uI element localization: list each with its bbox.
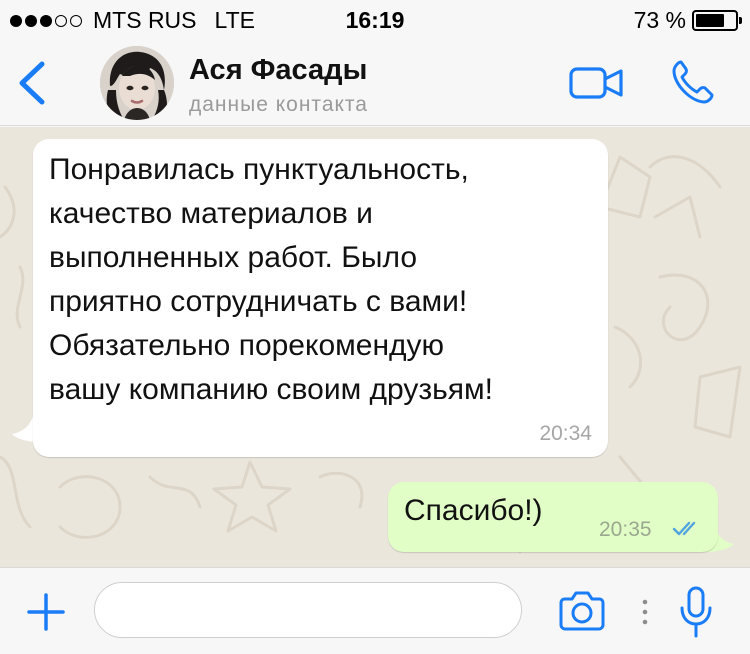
attach-button[interactable]: [26, 592, 66, 632]
battery-icon: [692, 10, 742, 31]
contact-name[interactable]: Ася Фасады: [189, 54, 367, 87]
chat-area[interactable]: Понравилась пунктуальность, качество мат…: [0, 127, 750, 567]
contact-info-link[interactable]: данные контакта: [189, 93, 368, 117]
video-camera-icon: [569, 67, 623, 99]
avatar-image: [100, 46, 174, 120]
video-call-button[interactable]: [568, 64, 626, 102]
camera-button[interactable]: [557, 591, 607, 631]
phone-icon: [672, 60, 714, 104]
chat-header: Ася Фасады данные контакта: [0, 40, 750, 126]
message-text: Понравилась пунктуальность, качество мат…: [49, 153, 493, 406]
message-input-bar: [0, 567, 750, 654]
status-bar: MTS RUS LTE 16:19 73 %: [0, 0, 750, 40]
battery-fill: [696, 14, 724, 27]
status-right: 73 %: [633, 7, 742, 34]
message-bubble-outgoing[interactable]: Спасибо!) 20:35: [388, 482, 718, 552]
back-button[interactable]: [14, 58, 50, 108]
microphone-button[interactable]: [678, 586, 714, 638]
plus-icon: [27, 593, 65, 631]
read-receipt-icon: [672, 521, 696, 536]
more-vertical-icon: [642, 599, 648, 625]
contact-avatar[interactable]: [100, 46, 174, 120]
message-input[interactable]: [94, 582, 522, 638]
message-timestamp: 20:34: [539, 422, 592, 445]
battery-percent: 73 %: [633, 7, 686, 33]
camera-icon: [559, 591, 605, 631]
chevron-left-icon: [19, 61, 45, 105]
microphone-icon: [680, 586, 712, 638]
message-bubble-incoming[interactable]: Понравилась пунктуальность, качество мат…: [33, 139, 608, 457]
message-timestamp: 20:35: [599, 518, 652, 541]
voice-call-button[interactable]: [670, 58, 716, 106]
message-text: Спасибо!): [404, 494, 543, 527]
